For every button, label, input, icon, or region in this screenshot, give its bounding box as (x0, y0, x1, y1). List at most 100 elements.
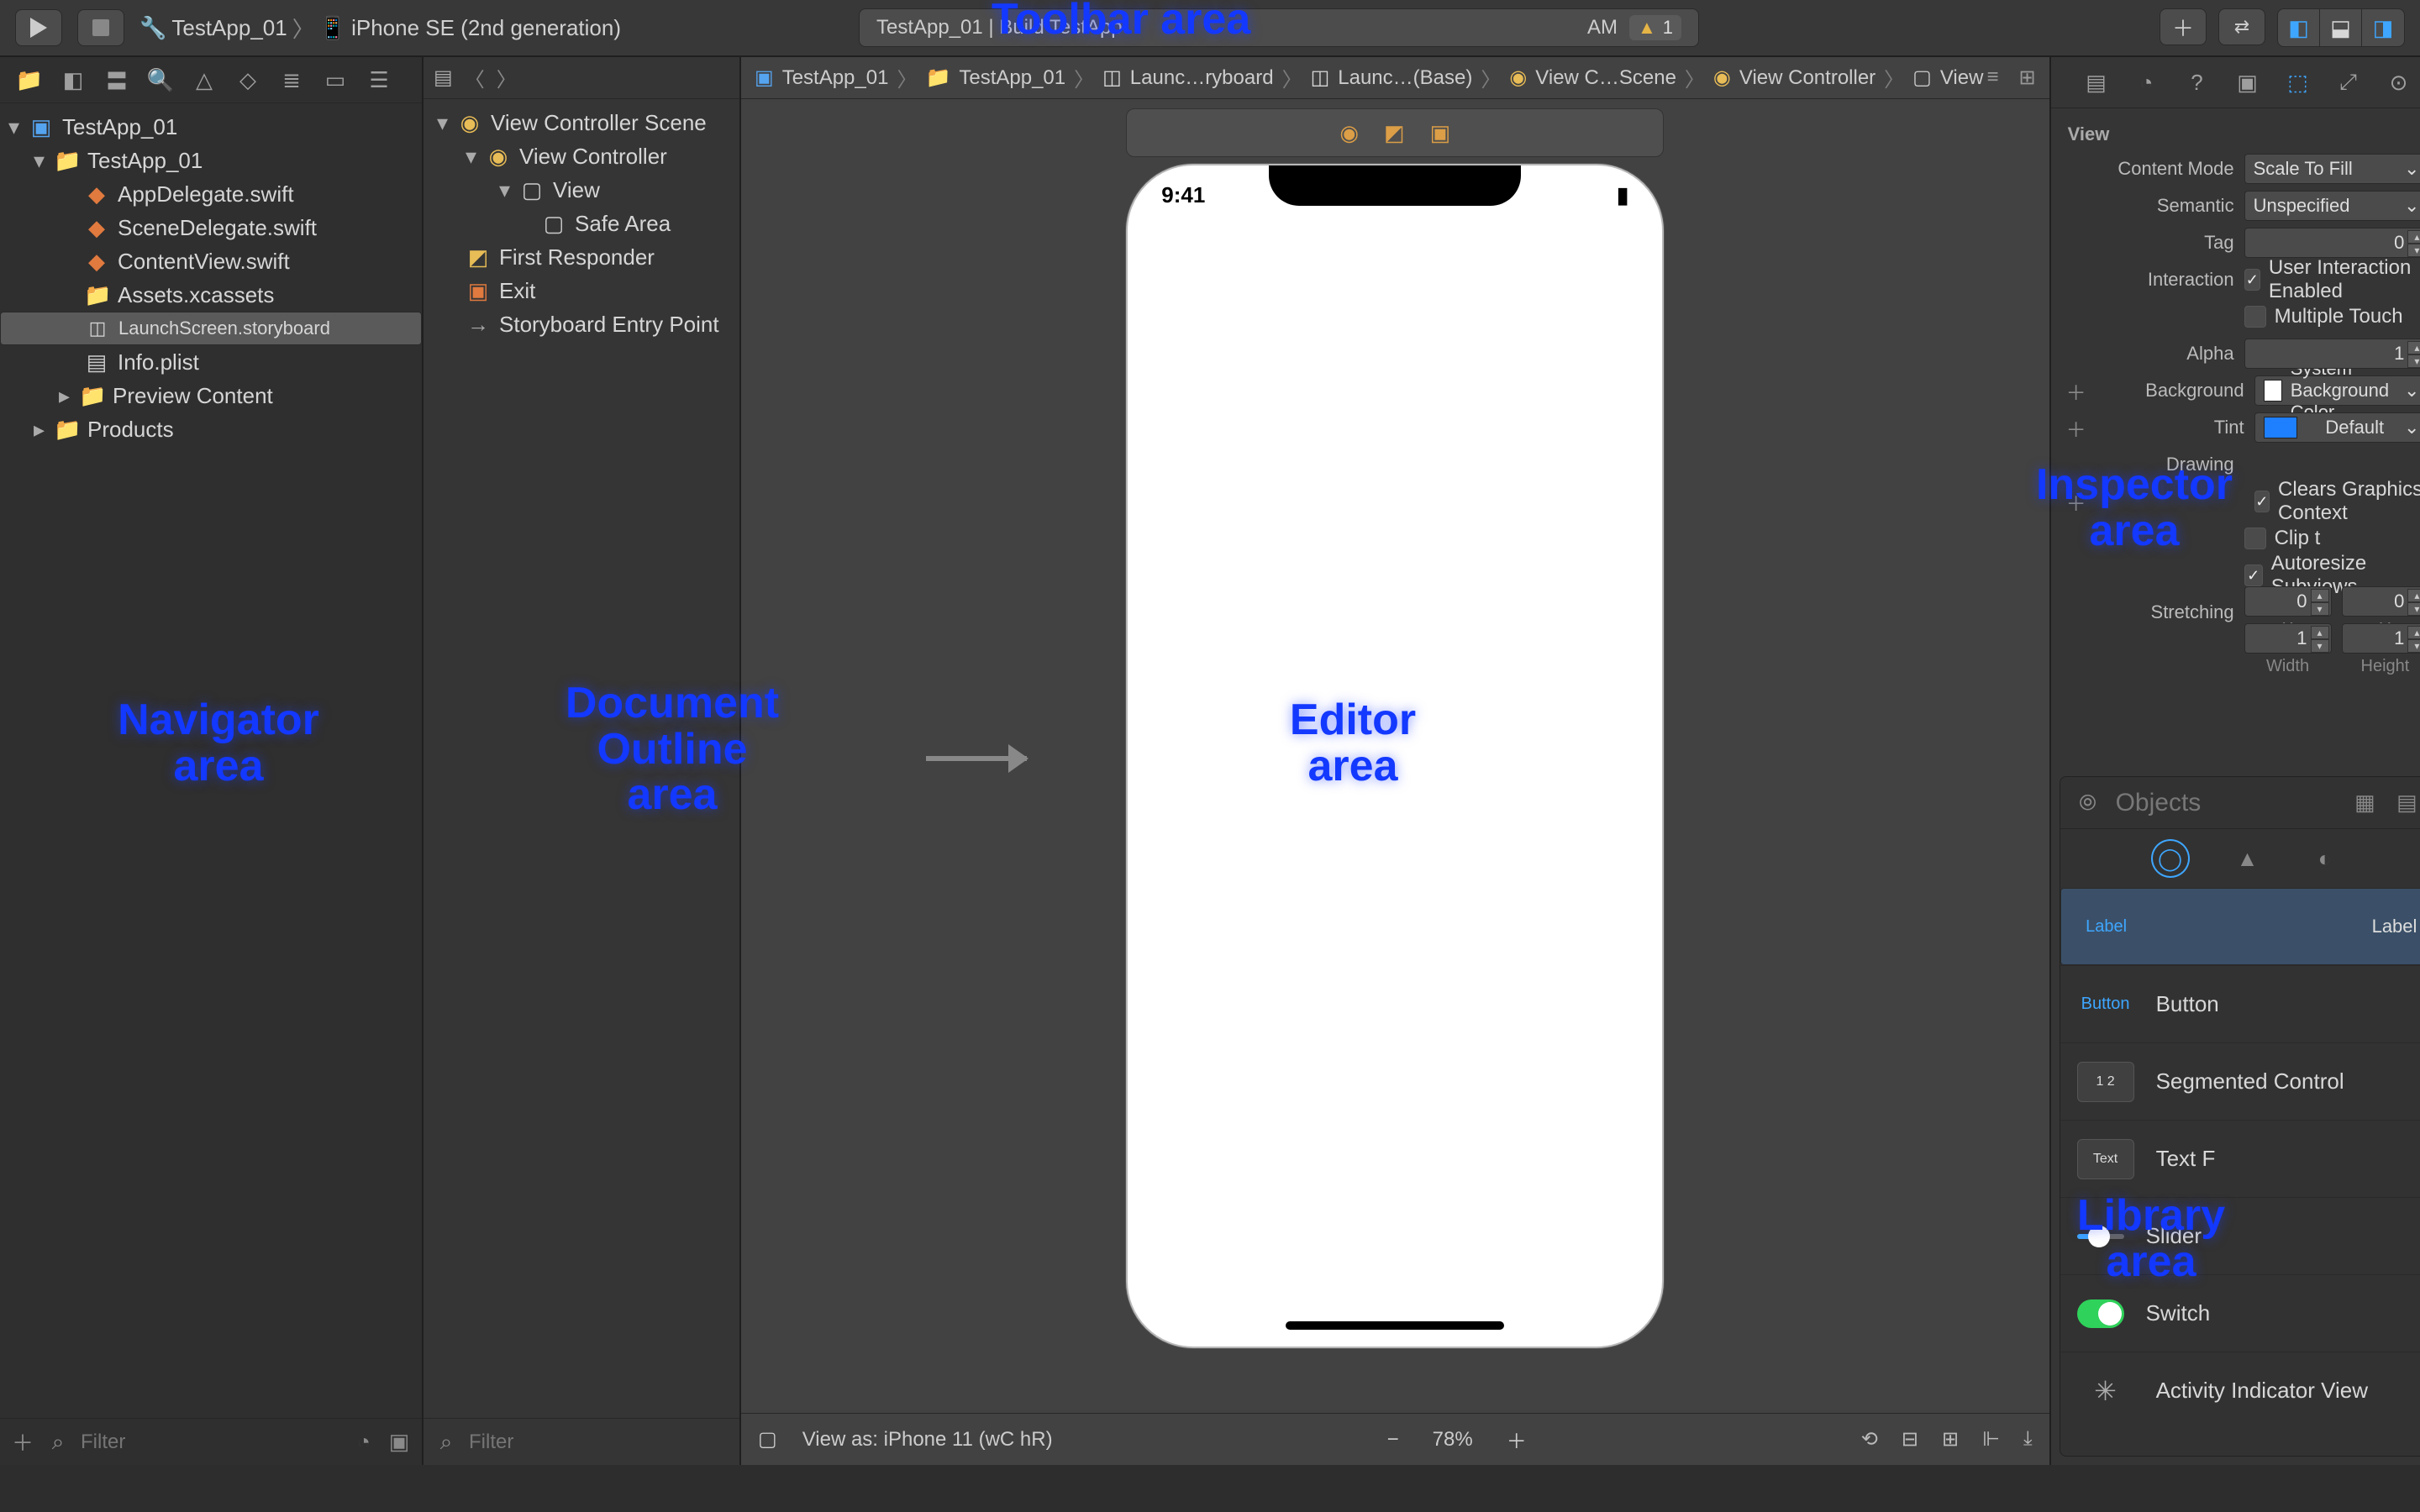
history-back-button[interactable]: 〈 (465, 63, 485, 92)
outline-first-responder[interactable]: ◩First Responder (424, 240, 739, 274)
semantic-select[interactable]: Unspecified⌄ (2244, 191, 2420, 221)
navigator-filter-input[interactable] (81, 1431, 341, 1454)
zoom-in-button[interactable]: ＋ (1507, 1425, 1527, 1454)
library-search-input[interactable]: Objects (2116, 789, 2338, 817)
outline-safearea[interactable]: ▢Safe Area (424, 207, 739, 240)
interface-builder-canvas[interactable]: ◉ ◩ ▣ 9:41 ▮ (741, 99, 2049, 1413)
tree-folder[interactable]: ▾📁TestApp_01 (0, 144, 422, 177)
media-tab[interactable]: ▲ (2230, 841, 2265, 876)
exit-icon[interactable]: ▣ (1430, 120, 1451, 146)
find-navigator-tab[interactable]: 🔍 (146, 66, 175, 94)
stop-button[interactable] (77, 9, 124, 46)
test-navigator-tab[interactable]: ◇ (234, 66, 262, 94)
report-navigator-tab[interactable]: ☰ (365, 66, 393, 94)
outline-toggle-button[interactable]: ▤ (434, 66, 453, 90)
history-forward-button[interactable]: 〉 (497, 63, 517, 92)
outline-filter-input[interactable] (469, 1431, 729, 1454)
identity-inspector-tab[interactable]: ▣ (2233, 67, 2263, 97)
view-controller-icon[interactable]: ◉ (1339, 120, 1359, 146)
stretch-w-field[interactable]: 1▴▾ (2244, 623, 2332, 654)
stretch-y-field[interactable]: 0▴▾ (2342, 586, 2420, 617)
library-item-label[interactable]: LabelLabel (2060, 888, 2420, 965)
zoom-out-button[interactable]: − (1387, 1428, 1399, 1452)
connections-inspector-tab[interactable]: ⊙ (2384, 67, 2414, 97)
tree-file-appdelegate[interactable]: ◆AppDelegate.swift (0, 177, 422, 211)
tree-file-infoplist[interactable]: ▤Info.plist (0, 345, 422, 379)
device-config-icon[interactable]: ▢ (758, 1427, 777, 1452)
scheme-selector[interactable]: 🔧 TestApp_01 〉 📱 iPhone SE (2nd generati… (139, 13, 621, 44)
embed-in-icon[interactable]: ⊟ (1902, 1427, 1918, 1452)
outline-viewcontroller[interactable]: ▾◉View Controller (424, 139, 739, 173)
quickhelp-inspector-tab[interactable]: ? (2182, 67, 2212, 97)
add-target-button[interactable]: ＋ (10, 1430, 35, 1455)
issue-navigator-tab[interactable]: △ (190, 66, 218, 94)
tree-folder-preview[interactable]: ▸📁Preview Content (0, 379, 422, 412)
device-frame[interactable]: 9:41 ▮ (1126, 164, 1664, 1348)
tree-file-contentview[interactable]: ◆ContentView.swift (0, 244, 422, 278)
content-mode-select[interactable]: Scale To Fill⌄ (2244, 154, 2420, 184)
toggle-navigator[interactable]: ◧ (2278, 9, 2320, 46)
first-responder-icon[interactable]: ◩ (1384, 120, 1405, 146)
tint-select[interactable]: Default⌄ (2254, 412, 2420, 443)
attributes-inspector-tab[interactable]: ⬚ (2283, 67, 2313, 97)
warning-badge[interactable]: ▲ 1 (1629, 15, 1681, 40)
debug-navigator-tab[interactable]: ≣ (277, 66, 306, 94)
tree-file-assets[interactable]: 📁Assets.xcassets (0, 278, 422, 312)
autoresize-checkbox[interactable] (2244, 564, 2263, 586)
resolve-issues-icon[interactable]: ⤓ (2023, 1427, 2033, 1452)
library-item-textfield[interactable]: TextText F (2060, 1120, 2420, 1197)
breadcrumb-item[interactable]: TestApp_01 (782, 66, 889, 90)
jump-bar[interactable]: ▣TestApp_01〉 📁TestApp_01〉 ◫Launc…ryboard… (741, 57, 2049, 99)
alpha-field[interactable]: 1▴▾ (2244, 339, 2420, 369)
outline-exit[interactable]: ▣Exit (424, 274, 739, 307)
toggle-inspector[interactable]: ◨ (2362, 9, 2404, 46)
library-item-segmented[interactable]: 1 2Segmented Control (2060, 1042, 2420, 1120)
alpha-stepper[interactable]: ▴▾ (2407, 341, 2420, 366)
color-tab[interactable]: ◐ (2307, 841, 2343, 876)
file-inspector-tab[interactable]: ▤ (2081, 67, 2112, 97)
tree-file-scenedelegate[interactable]: ◆SceneDelegate.swift (0, 211, 422, 244)
tag-field[interactable]: 0▴▾ (2244, 228, 2420, 258)
outline-view[interactable]: ▾▢View (424, 173, 739, 207)
outline-scene[interactable]: ▾◉View Controller Scene (424, 106, 739, 139)
scene-dock[interactable]: ◉ ◩ ▣ (1126, 108, 1664, 157)
library-item-button[interactable]: ButtonButton (2060, 965, 2420, 1042)
library-item-activity[interactable]: ✳︎Activity Indicator View (2060, 1352, 2420, 1429)
list-view-icon[interactable]: ▤ (2392, 789, 2420, 817)
tree-folder-products[interactable]: ▸📁Products (0, 412, 422, 446)
tree-project-root[interactable]: ▾▣TestApp_01 (0, 110, 422, 144)
editor-options-icon[interactable]: ≡ (1986, 66, 1998, 90)
breadcrumb-item[interactable]: View Controller (1739, 66, 1876, 90)
library-button[interactable]: ＋ (2160, 8, 2207, 45)
breadcrumb-item[interactable]: View C…Scene (1535, 66, 1676, 90)
objects-tab[interactable]: ◯ (2153, 841, 2188, 876)
add-editor-icon[interactable]: ⊞ (2018, 66, 2035, 90)
multiple-touch-checkbox[interactable] (2244, 306, 2266, 328)
library-item-switch[interactable]: Switch (2060, 1274, 2420, 1352)
toggle-debug-area[interactable]: ⬓ (2320, 9, 2362, 46)
filter-icon[interactable]: ⦾ (2074, 789, 2102, 817)
project-navigator-tab[interactable]: 📁 (15, 66, 44, 94)
library-item-slider[interactable]: Slider (2060, 1197, 2420, 1274)
breakpoint-navigator-tab[interactable]: ▭ (321, 66, 350, 94)
add-property-button[interactable]: ＋ (2066, 413, 2086, 443)
breadcrumb-item[interactable]: Launc…ryboard (1130, 66, 1274, 90)
pin-icon[interactable]: ⊩ (1982, 1427, 2000, 1452)
symbol-navigator-tab[interactable]: 〓 (103, 66, 131, 94)
code-review-button[interactable]: ⇄ (2218, 8, 2265, 45)
stretch-x-field[interactable]: 0▴▾ (2244, 586, 2332, 617)
scm-filter-icon[interactable]: ▣ (387, 1429, 412, 1455)
source-control-navigator-tab[interactable]: ◧ (59, 66, 87, 94)
tree-file-launchscreen[interactable]: ◫LaunchScreen.storyboard (0, 312, 422, 345)
view-as-label[interactable]: View as: iPhone 11 (wC hR) (802, 1428, 1053, 1452)
background-select[interactable]: System Background Color⌄ (2254, 375, 2420, 406)
size-inspector-tab[interactable]: ⤢ (2333, 67, 2364, 97)
grid-view-icon[interactable]: ▦ (2350, 789, 2379, 817)
outline-entrypoint[interactable]: →Storyboard Entry Point (424, 307, 739, 341)
tag-stepper[interactable]: ▴▾ (2407, 230, 2420, 255)
clip-checkbox[interactable] (2244, 528, 2266, 549)
breadcrumb-item[interactable]: View (1940, 66, 1984, 90)
user-interaction-checkbox[interactable] (2244, 269, 2260, 291)
stretch-h-field[interactable]: 1▴▾ (2342, 623, 2420, 654)
breadcrumb-item[interactable]: Launc…(Base) (1338, 66, 1472, 90)
